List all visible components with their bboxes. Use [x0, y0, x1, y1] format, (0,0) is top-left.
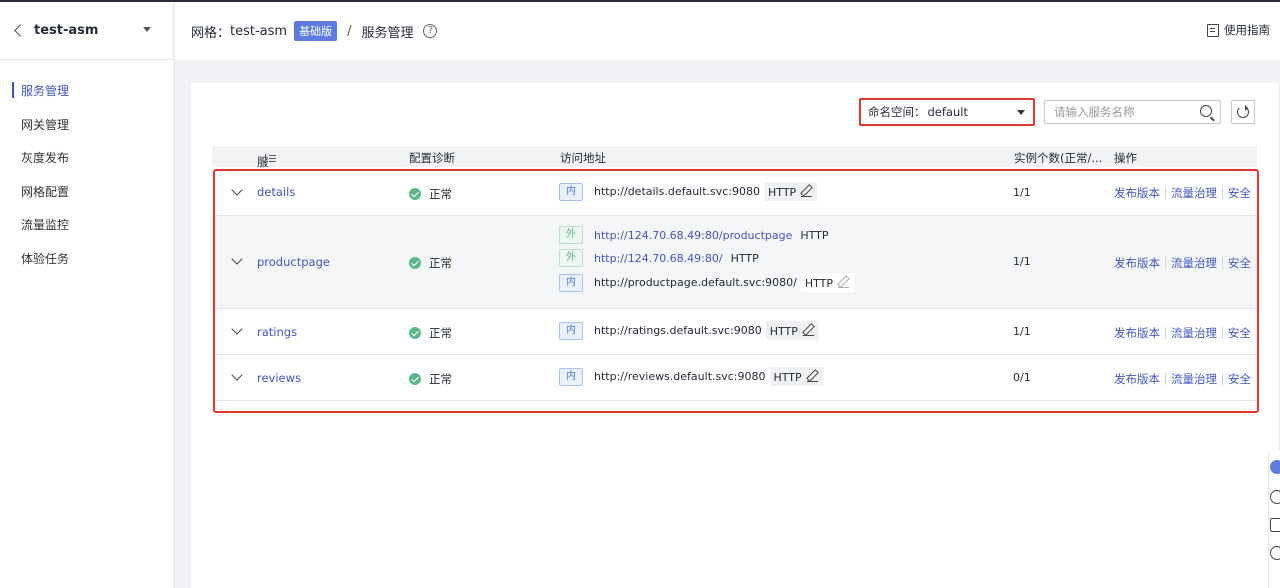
caret-down-icon[interactable]: [143, 27, 151, 32]
sidebar-item-gateway-management[interactable]: 网关管理: [0, 108, 173, 142]
service-search-input[interactable]: 请输入服务名称: [1044, 100, 1221, 124]
mesh-label: 网格：: [191, 25, 231, 41]
guide-doc-icon: [1207, 23, 1219, 37]
refresh-button[interactable]: [1231, 100, 1255, 124]
namespace-value: default: [927, 105, 968, 119]
caret-down-icon: [1017, 110, 1025, 115]
sidebar-item-service-management[interactable]: 服务管理: [0, 74, 173, 108]
chevron-left-icon[interactable]: [12, 24, 26, 38]
search-icon[interactable]: [1200, 105, 1212, 117]
feedback-icon[interactable]: [1270, 518, 1280, 532]
sidebar-item-traffic-monitoring[interactable]: 流量监控: [0, 208, 173, 242]
page-header: 网格： test-asm 基础版 / 服务管理 ? 使用指南: [175, 2, 1280, 60]
service-list-card: 命名空间： default 请输入服务名称 服务名称 配置诊断 访问地址 实例个…: [191, 83, 1278, 588]
sort-icon[interactable]: [265, 154, 277, 163]
search-placeholder: 请输入服务名称: [1054, 105, 1135, 119]
namespace-label: 命名空间：: [868, 105, 926, 119]
sidebar-menu: 服务管理 网关管理 灰度发布 网格配置 流量监控 体验任务: [0, 60, 173, 275]
smiley-icon[interactable]: [1270, 546, 1280, 560]
column-header-diagnosis: 配置诊断: [409, 151, 455, 165]
highlight-box: [213, 169, 1259, 413]
namespace-select[interactable]: 命名空间： default: [859, 98, 1035, 126]
column-header-actions: 操作: [1114, 151, 1137, 165]
column-header-instances: 实例个数(正常/...: [1014, 151, 1103, 165]
edition-badge: 基础版: [294, 21, 338, 41]
floating-toolbar: [1268, 452, 1280, 588]
sidebar: test-asm 服务管理 网关管理 灰度发布 网格配置 流量监控 体验任务: [0, 2, 174, 588]
table-header: 服务名称 配置诊断 访问地址 实例个数(正常/... 操作: [212, 146, 1257, 217]
breadcrumb-separator: /: [347, 23, 352, 39]
page-title: 服务管理: [361, 25, 414, 41]
help-icon[interactable]: ?: [423, 24, 438, 38]
help-icon[interactable]: [1270, 490, 1280, 504]
sidebar-item-trial-tasks[interactable]: 体验任务: [0, 242, 173, 276]
column-header-address: 访问地址: [560, 151, 606, 165]
sidebar-header[interactable]: test-asm: [0, 2, 173, 60]
mesh-selector-title[interactable]: test-asm: [34, 23, 98, 38]
mesh-name: test-asm: [230, 23, 288, 39]
sidebar-item-canary-release[interactable]: 灰度发布: [0, 141, 173, 175]
sidebar-item-mesh-config[interactable]: 网格配置: [0, 175, 173, 209]
user-guide-label: 使用指南: [1224, 23, 1270, 37]
assistant-icon[interactable]: [1270, 460, 1280, 474]
user-guide-link[interactable]: 使用指南: [1207, 22, 1270, 38]
